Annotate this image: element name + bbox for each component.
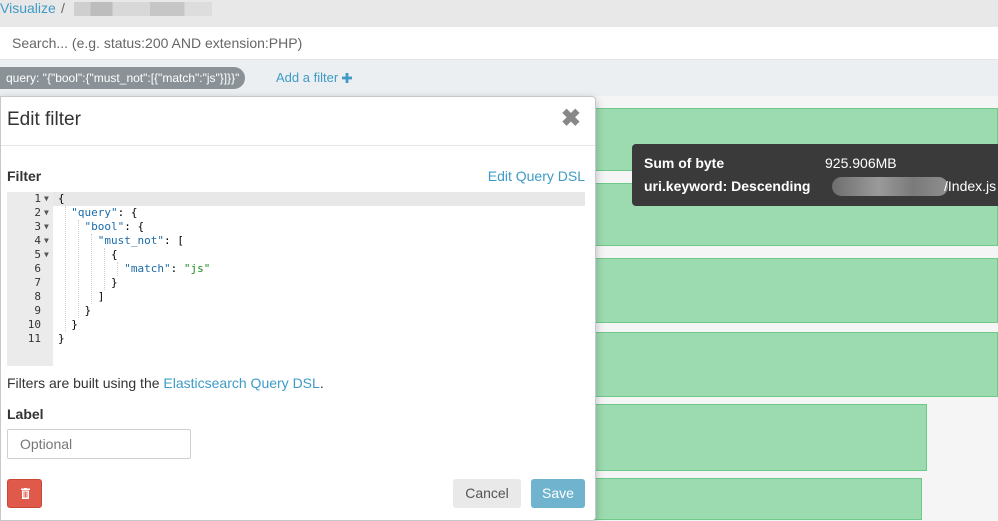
- tooltip-term-value: /Index.js: [944, 178, 997, 194]
- close-icon[interactable]: ✖: [561, 107, 581, 131]
- breadcrumb: Visualize /: [0, 0, 998, 27]
- trash-icon: [21, 488, 30, 499]
- modal-title: Edit filter: [7, 109, 81, 130]
- filter-pill[interactable]: query: "{"bool":{"must_not":[{"match":"j…: [0, 67, 246, 89]
- help-text-prefix: Filters are built using the: [7, 375, 164, 391]
- tooltip-metric-value: 925.906MB: [825, 155, 897, 171]
- help-text-suffix: .: [319, 375, 324, 391]
- label-input[interactable]: [7, 429, 191, 459]
- modal-header: Edit filter ✖: [1, 97, 595, 146]
- search-bar: [0, 27, 998, 60]
- query-code-editor[interactable]: 1 ▼ { 2 ▼ "query": { 3 ▼ "bool": { 4 ▼ "must…: [7, 192, 585, 366]
- label-heading: Label: [7, 406, 44, 422]
- delete-filter-button[interactable]: [7, 479, 42, 508]
- add-filter-link[interactable]: Add a filter: [276, 70, 352, 85]
- breadcrumb-visualize-link[interactable]: Visualize: [0, 0, 56, 16]
- filter-heading: Filter: [7, 168, 42, 184]
- filter-bar: query: "{"bool":{"must_not":[{"match":"j…: [0, 60, 998, 96]
- tooltip-metric-label: Sum of byte: [644, 155, 725, 171]
- fold-arrow-icon: ▼: [44, 208, 49, 217]
- save-button[interactable]: Save: [531, 479, 585, 508]
- help-text: Filters are built using the Elasticsearc…: [7, 375, 324, 391]
- active-line-highlight: [53, 192, 585, 206]
- add-filter-label: Add a filter: [276, 70, 339, 85]
- elasticsearch-query-dsl-link[interactable]: Elasticsearch Query DSL: [163, 375, 319, 391]
- cancel-button[interactable]: Cancel: [453, 479, 521, 508]
- fold-arrow-icon: ▼: [44, 250, 49, 259]
- fold-arrow-icon: ▼: [44, 194, 49, 203]
- edit-query-dsl-link[interactable]: Edit Query DSL: [488, 168, 585, 184]
- redacted-visualization-title: [74, 2, 212, 16]
- plus-icon: [341, 73, 352, 83]
- redacted-uri: [832, 177, 948, 196]
- edit-filter-modal: Edit filter ✖ Filter Edit Query DSL 1 ▼ {…: [0, 96, 596, 521]
- fold-arrow-icon: ▼: [44, 222, 49, 231]
- breadcrumb-separator: /: [61, 0, 65, 16]
- chart-tooltip: Sum of byte 925.906MB uri.keyword: Desce…: [632, 144, 998, 206]
- tooltip-term-label: uri.keyword: Descending: [644, 178, 811, 194]
- search-input[interactable]: [0, 27, 990, 59]
- fold-arrow-icon: ▼: [44, 236, 49, 245]
